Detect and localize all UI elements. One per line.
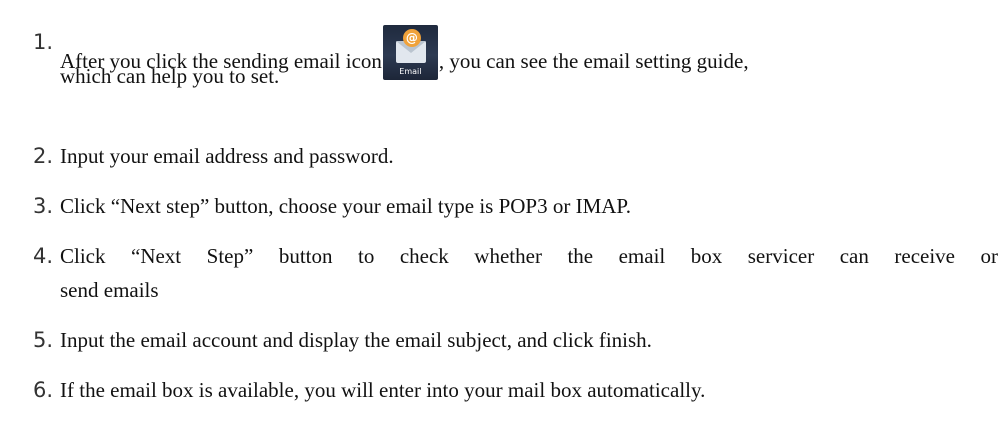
step-text: Input the email account and display the … [60, 328, 652, 352]
word: check [399, 244, 449, 268]
word: email [618, 244, 666, 268]
step-number: 2. [33, 144, 54, 168]
word: or [980, 244, 999, 268]
word: “Next [131, 244, 182, 268]
word: Click [60, 244, 106, 268]
step-number: 6. [33, 378, 54, 402]
step-number: 1. [33, 30, 54, 54]
step-number: 5. [33, 328, 54, 352]
word: Step” [206, 244, 254, 268]
step-text: Click “Next step” button, choose your em… [60, 194, 632, 218]
word: can [839, 244, 869, 268]
at-sign-icon: @ [402, 29, 421, 47]
step-number: 3. [33, 194, 54, 218]
email-setup-instructions: 1. After you click the sending email ico… [0, 0, 1006, 437]
step-4-justified-line: Click “Next Step” button to check whethe… [60, 239, 998, 273]
word: receive [894, 244, 955, 268]
step-text: Input your email address and password. [60, 144, 394, 168]
word: whether [474, 244, 542, 268]
word: to [357, 244, 375, 268]
step-text: If the email box is available, you will … [60, 378, 706, 402]
word: the [567, 244, 594, 268]
step-number: 4. [33, 244, 54, 268]
step-1-continuation: which can help you to set. [60, 64, 280, 88]
word: box [690, 244, 723, 268]
step-4-continuation: send emails [60, 278, 159, 302]
word: servicer [747, 244, 815, 268]
word: button [278, 244, 333, 268]
